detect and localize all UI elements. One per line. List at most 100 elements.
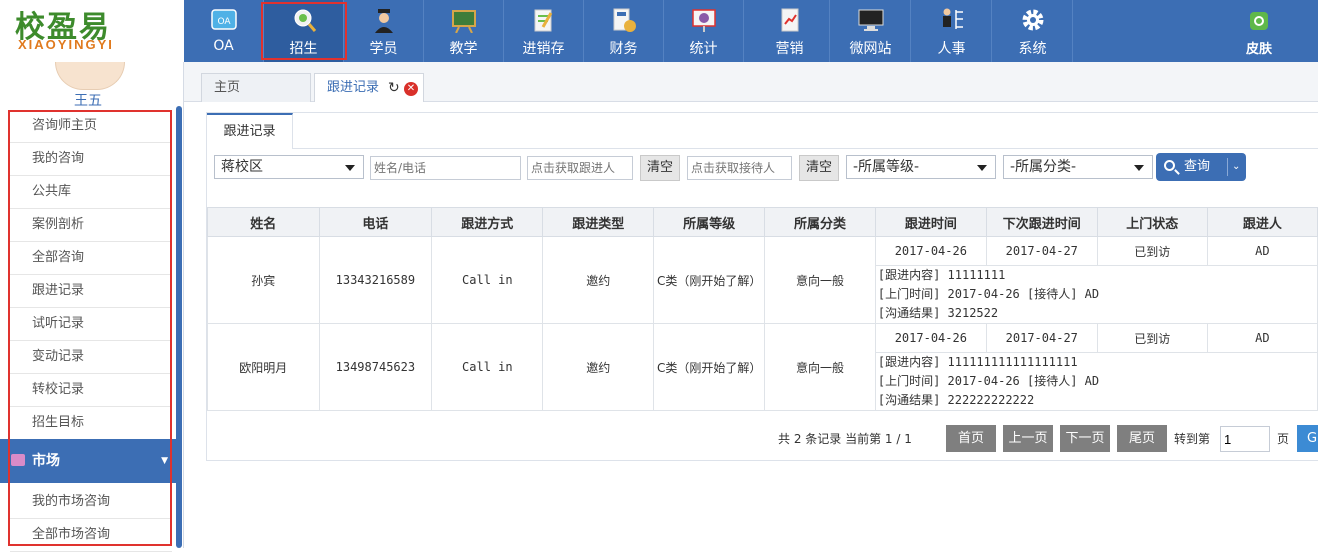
- panel-tab[interactable]: 跟进记录: [207, 113, 293, 149]
- level-value: -所属等级-: [853, 159, 920, 175]
- username[interactable]: 王五: [0, 90, 176, 110]
- table-row[interactable]: 欧阳明月 13498745623 Call in 邀约 C类（刚开始了解） 意向…: [207, 323, 1318, 411]
- top-navigation-bar: 校盈易 XIAOYINGYI OA OA 招生 学员 教学 进销存 财务 统计 …: [0, 0, 1318, 62]
- sidebar-item[interactable]: 跟进记录: [10, 275, 172, 308]
- table-row[interactable]: 孙宾 13343216589 Call in 邀约 C类（刚开始了解） 意向一般…: [207, 236, 1318, 324]
- campus-select[interactable]: 蒋校区: [214, 155, 364, 179]
- query-label: 查询: [1184, 159, 1211, 174]
- follower-input[interactable]: [527, 156, 633, 180]
- detail-result: [沟通结果] 3212522: [877, 306, 999, 320]
- cell-level: C类（刚开始了解）: [653, 236, 766, 324]
- column-header: 上门状态: [1096, 207, 1208, 237]
- nav-label: 财务: [609, 41, 638, 57]
- caret-down-icon: ▼: [161, 456, 168, 466]
- skin-icon: [1250, 12, 1268, 30]
- chevron-down-icon: [1134, 165, 1144, 171]
- detail-result: [沟通结果] 222222222222: [877, 393, 1035, 407]
- first-page-button[interactable]: 首页: [946, 425, 996, 452]
- cell-method: Call in: [431, 236, 544, 324]
- nav-item-marketing[interactable]: 营销: [750, 0, 830, 62]
- nav-item-student[interactable]: 学员: [344, 0, 424, 62]
- sidebar-item[interactable]: 招生目标: [10, 407, 172, 440]
- tab-follow-records[interactable]: 跟进记录 ↻ ✕: [314, 73, 424, 102]
- prev-page-button[interactable]: 上一页: [1003, 425, 1053, 452]
- clear-receiver-button[interactable]: 清空: [799, 155, 839, 181]
- teaching-icon: [452, 10, 476, 33]
- nav-item-oa[interactable]: OA OA: [184, 0, 264, 62]
- sidebar-item[interactable]: 全部市场咨询: [10, 519, 172, 552]
- sidebar-item[interactable]: 公共库: [10, 176, 172, 209]
- nav-item-personnel[interactable]: 人事: [912, 0, 992, 62]
- sidebar-section-market[interactable]: 市场 ▼: [0, 439, 176, 483]
- cell-category: 意向一般: [764, 323, 876, 411]
- nav-item-statistics[interactable]: 统计: [664, 0, 744, 62]
- nav-label: 教学: [449, 41, 478, 57]
- divider: [293, 148, 1318, 149]
- gear-icon: [1022, 9, 1044, 31]
- nav-item-inventory[interactable]: 进销存: [504, 0, 584, 62]
- go-button[interactable]: G: [1297, 425, 1318, 452]
- sidebar-item[interactable]: 案例剖析: [10, 209, 172, 242]
- query-button[interactable]: 查询 ⌄: [1156, 153, 1246, 181]
- sidebar-item[interactable]: 我的咨询: [10, 143, 172, 176]
- sidebar-item[interactable]: 咨询师主页: [10, 110, 172, 143]
- finance-icon: [613, 8, 636, 32]
- tab-home[interactable]: 主页: [201, 73, 311, 102]
- detail-visit: [上门时间] 2017-04-26 [接待人] AD: [877, 374, 1100, 388]
- nav-item-teaching[interactable]: 教学: [424, 0, 504, 62]
- cell-category: 意向一般: [764, 236, 876, 324]
- sidebar-submenu: 我的市场咨询 全部市场咨询: [10, 486, 172, 552]
- sidebar: 王五 咨询师主页 我的咨询 公共库 案例剖析 全部咨询 跟进记录 试听记录 变动…: [0, 62, 184, 552]
- sidebar-item[interactable]: 我的市场咨询: [10, 486, 172, 519]
- refresh-icon[interactable]: ↻: [388, 74, 400, 102]
- double-chevron-down-icon[interactable]: ⌄: [1232, 153, 1240, 181]
- follow-records-table: 姓名 电话 跟进方式 跟进类型 所属等级 所属分类 跟进时间 下次跟进时间 上门…: [207, 207, 1318, 411]
- receiver-input[interactable]: [687, 156, 792, 180]
- column-header: 姓名: [207, 207, 320, 237]
- close-icon[interactable]: ✕: [404, 82, 418, 96]
- nav-item-finance[interactable]: 财务: [584, 0, 664, 62]
- category-select[interactable]: -所属分类-: [1003, 155, 1153, 179]
- sidebar-item[interactable]: 全部咨询: [10, 242, 172, 275]
- name-phone-input[interactable]: [370, 156, 521, 180]
- logo-subtext: XIAOYINGYI: [18, 37, 114, 52]
- marketing-icon: [781, 8, 799, 32]
- page-number-input[interactable]: [1220, 426, 1270, 452]
- sidebar-item[interactable]: 变动记录: [10, 341, 172, 374]
- chevron-down-icon: [345, 165, 355, 171]
- sidebar-item[interactable]: 试听记录: [10, 308, 172, 341]
- nav-label: 系统: [1018, 41, 1047, 57]
- goto-label: 转到第: [1174, 432, 1211, 446]
- sidebar-section-label: 市场: [32, 453, 60, 469]
- page-unit-label: 页: [1277, 432, 1290, 446]
- level-select[interactable]: -所属等级-: [846, 155, 996, 179]
- sidebar-scrollbar[interactable]: [176, 106, 182, 548]
- cell-type: 邀约: [542, 323, 655, 411]
- last-page-button[interactable]: 尾页: [1117, 425, 1167, 452]
- sidebar-item[interactable]: 转校记录: [10, 374, 172, 407]
- tab-label: 跟进记录: [327, 80, 380, 95]
- next-page-button[interactable]: 下一页: [1060, 425, 1110, 452]
- skin-button[interactable]: 皮肤: [1230, 0, 1288, 62]
- nav-item-website[interactable]: 微网站: [831, 0, 911, 62]
- student-icon: [375, 9, 393, 33]
- divider: [1227, 158, 1228, 176]
- cell-visit-status: 已到访: [1096, 323, 1208, 353]
- cell-follower: AD: [1206, 323, 1318, 353]
- detail-content: [跟进内容] 11111111: [877, 268, 1006, 282]
- cell-next-time: 2017-04-27: [985, 323, 1098, 353]
- cell-type: 邀约: [542, 236, 655, 324]
- clear-follower-button[interactable]: 清空: [640, 155, 680, 181]
- column-header: 跟进方式: [431, 207, 544, 237]
- nav-label: 人事: [937, 41, 966, 57]
- avatar[interactable]: [55, 62, 125, 90]
- column-header: 跟进类型: [542, 207, 655, 237]
- table-header-row: 姓名 电话 跟进方式 跟进类型 所属等级 所属分类 跟进时间 下次跟进时间 上门…: [207, 207, 1318, 237]
- nav-label: 营销: [775, 41, 804, 57]
- column-header: 电话: [318, 207, 433, 237]
- cell-time: 2017-04-26: [874, 236, 987, 266]
- nav-item-system[interactable]: 系统: [993, 0, 1073, 62]
- nav-label: OA: [213, 38, 234, 54]
- cell-time: 2017-04-26: [874, 323, 987, 353]
- detail-content: [跟进内容] 111111111111111111: [877, 355, 1078, 369]
